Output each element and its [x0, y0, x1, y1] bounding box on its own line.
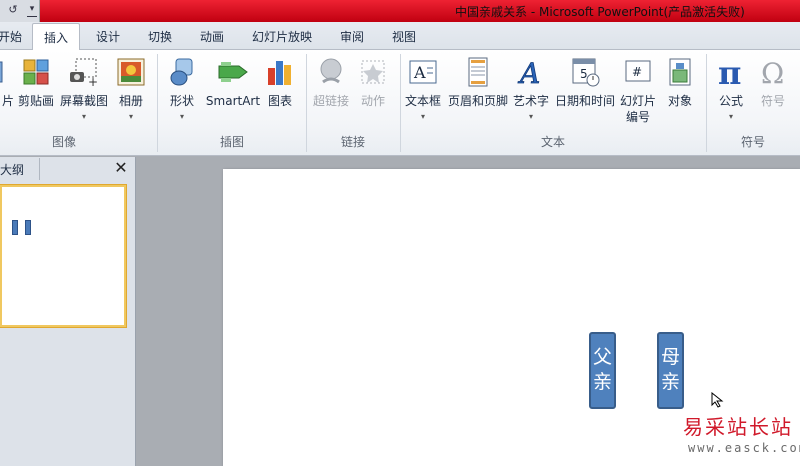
shapes-button[interactable]: 形状 ▾ [164, 54, 200, 138]
close-icon[interactable]: ✕ [113, 158, 129, 178]
svg-text:+: + [88, 75, 98, 88]
svg-text:#: # [632, 65, 642, 79]
svg-text:A: A [517, 57, 540, 88]
shapes-icon [170, 58, 193, 86]
textbox-dropdown-icon[interactable]: ▾ [402, 112, 444, 121]
photo-album-button[interactable]: 相册 ▾ [113, 54, 149, 138]
wordart-label: 艺术字 [512, 94, 549, 108]
screenshot-button[interactable]: + 屏幕截图 ▾ [58, 54, 110, 138]
slide-number-icon: # [625, 60, 651, 82]
clipart-button[interactable]: 剪贴画 [14, 54, 58, 138]
tab-design[interactable]: 设计 [96, 28, 120, 50]
wordart-dropdown-icon[interactable]: ▾ [512, 112, 550, 121]
smartart-label: SmartArt [205, 94, 261, 108]
hyperlink-icon [320, 58, 342, 84]
group-label-illustrations: 插图 [219, 135, 244, 149]
photo-album-icon [117, 58, 145, 86]
ribbon-tabs: 开始 插入 设计 切换 动画 幻灯片放映 审阅 视图 [0, 22, 800, 51]
quick-access-toolbar: ↺ ▾ [0, 0, 40, 22]
tab-view[interactable]: 视图 [392, 28, 416, 50]
screenshot-dropdown-icon[interactable]: ▾ [58, 112, 110, 121]
screenshot-icon: + [70, 58, 98, 88]
tab-transitions[interactable]: 切换 [148, 28, 172, 50]
group-label-text: 文本 [540, 135, 565, 149]
undo-icon[interactable]: ↺ [6, 3, 20, 18]
header-footer-button[interactable]: 页眉和页脚 [446, 54, 510, 138]
svg-text:5: 5 [580, 67, 588, 81]
action-label: 动作 [360, 94, 385, 108]
wordart-icon: A [517, 57, 541, 88]
group-label-links: 链接 [340, 135, 365, 149]
smartart-icon [218, 62, 248, 82]
chart-button[interactable]: 图表 [262, 54, 298, 138]
symbol-label: 符号 [760, 94, 785, 108]
shapes-label: 形状 [169, 94, 194, 108]
datetime-button[interactable]: 5 日期和时间 [554, 54, 616, 138]
smartart-button[interactable]: SmartArt [204, 54, 262, 138]
picture-label: 片 [1, 94, 14, 108]
equation-button[interactable]: π 公式 ▾ [712, 54, 750, 138]
shapes-dropdown-icon[interactable]: ▾ [164, 112, 200, 121]
action-button[interactable]: 动作 [354, 54, 392, 138]
textbox-label: 文本框 [404, 94, 441, 108]
object-button[interactable]: 对象 [662, 54, 698, 138]
shape-father[interactable]: 父亲 [589, 332, 616, 409]
title-bar: ↺ ▾ 中国亲戚关系 - Microsoft PowerPoint(产品激活失败… [0, 0, 800, 22]
textbox-icon: A [409, 60, 437, 84]
photo-album-label: 相册 [118, 94, 143, 108]
hyperlink-label: 超链接 [312, 94, 349, 108]
omega-icon: Ω [761, 57, 784, 88]
object-label: 对象 [667, 94, 692, 108]
wordart-button[interactable]: A 艺术字 ▾ [512, 54, 550, 138]
screenshot-label: 屏幕截图 [59, 94, 108, 108]
tab-review[interactable]: 审阅 [340, 28, 364, 50]
thumbnail-shape [25, 220, 31, 235]
shape-mother[interactable]: 母亲 [657, 332, 684, 409]
clipart-icon [23, 59, 49, 85]
equation-dropdown-icon[interactable]: ▾ [712, 112, 750, 121]
ribbon-insert: 片 剪贴画 + 屏幕截图 ▾ 相册 ▾ 图像 形状 ▾ SmartArt 图表 … [0, 50, 800, 156]
group-label-symbols: 符号 [740, 135, 765, 149]
slide-number-button[interactable]: # 幻灯片 编号 [618, 54, 658, 138]
picture-button[interactable]: 片 [0, 54, 14, 138]
slides-outline-panel: 大纲 ✕ [0, 157, 136, 466]
photo-album-dropdown-icon[interactable]: ▾ [113, 112, 149, 121]
clipart-label: 剪贴画 [17, 94, 54, 108]
window-title: 中国亲戚关系 - Microsoft PowerPoint(产品激活失败) [455, 5, 745, 19]
thumbnail-shape [12, 220, 18, 235]
hyperlink-button[interactable]: 超链接 [310, 54, 352, 138]
chart-icon [268, 61, 291, 85]
slide-thumbnail[interactable] [0, 185, 126, 327]
tab-outline[interactable]: 大纲 [0, 158, 40, 180]
slide-number-label-2: 编号 [625, 110, 650, 124]
symbol-button[interactable]: Ω 符号 [754, 54, 792, 138]
action-icon [361, 60, 385, 84]
svg-text:Ω: Ω [761, 57, 784, 88]
tab-slideshow[interactable]: 幻灯片放映 [252, 28, 312, 50]
tab-home[interactable]: 开始 [0, 28, 22, 50]
mouse-cursor-icon [711, 392, 724, 408]
textbox-button[interactable]: A 文本框 ▾ [402, 54, 444, 138]
equation-label: 公式 [718, 94, 743, 108]
group-label-images: 图像 [51, 135, 76, 149]
datetime-label: 日期和时间 [554, 94, 615, 108]
slide-number-label-1: 幻灯片 [619, 94, 656, 108]
svg-text:A: A [413, 63, 426, 82]
svg-text:π: π [718, 56, 741, 88]
customize-qat-icon[interactable]: ▾ [27, 4, 37, 17]
tab-animations[interactable]: 动画 [200, 28, 224, 50]
chart-label: 图表 [267, 94, 292, 108]
header-footer-icon [468, 57, 488, 87]
watermark-text: 易采站长站 [683, 415, 793, 439]
tab-insert[interactable]: 插入 [32, 23, 80, 51]
picture-icon [0, 61, 3, 83]
calendar-icon: 5 [572, 58, 600, 87]
header-footer-label: 页眉和页脚 [447, 94, 508, 108]
object-icon [669, 58, 691, 86]
watermark-url: www.easck.com [688, 441, 800, 455]
pi-icon: π [718, 56, 741, 88]
